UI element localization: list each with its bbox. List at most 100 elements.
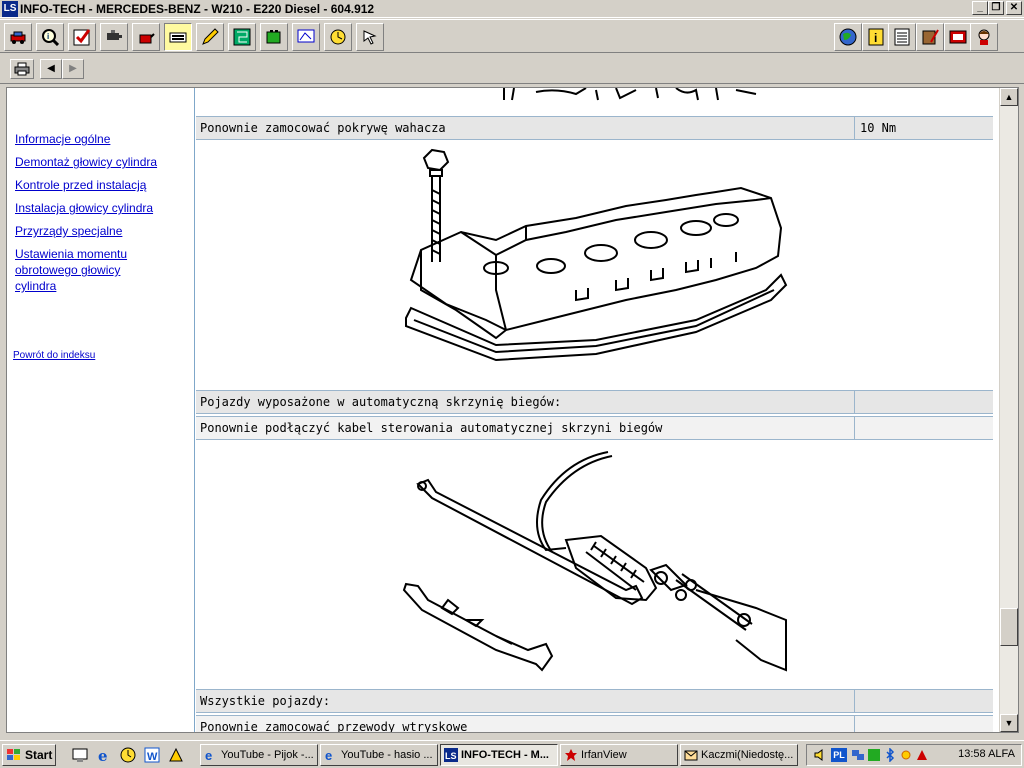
procedure-table: Ponownie zamocować pokrywę wahacza 10 Nm	[196, 88, 993, 732]
taskbar-item-irfanview[interactable]: IrfanView	[560, 744, 678, 766]
monitor-diagram-icon	[297, 29, 315, 43]
desktop-icon[interactable]	[72, 747, 88, 763]
print-button[interactable]	[10, 59, 34, 79]
taskbar-item-label: IrfanView	[581, 749, 627, 761]
infotech-icon: LS	[444, 748, 458, 762]
search-info-tool-button[interactable]: i	[36, 23, 64, 51]
back-button[interactable]: ◀	[40, 59, 62, 79]
printer-icon	[14, 62, 30, 76]
taskbar-item-label: Kaczmi(Niedostę...	[701, 749, 794, 761]
minimize-button[interactable]: _	[972, 1, 988, 15]
svg-text:LS: LS	[445, 751, 457, 761]
step-text: Ponownie zamocować przewody wtryskowe	[200, 720, 468, 733]
table-row: Pojazdy wyposażone w automatyczną skrzyn…	[196, 390, 993, 414]
sidebar-link-head-removal[interactable]: Demontaż głowicy cylindra	[15, 154, 180, 170]
svg-text:e: e	[98, 747, 108, 763]
taskbar-item-label: INFO-TECH - M...	[461, 749, 549, 761]
windows-logo-icon	[7, 749, 20, 760]
taskbar: Start e W e YouTube - Pijok -... e YouTu…	[0, 740, 1024, 768]
back-to-index-link[interactable]: Powrót do indeksu	[13, 350, 95, 361]
figure-fragment-drawing	[503, 88, 757, 101]
ie-icon[interactable]: e	[96, 747, 112, 763]
taskbar-item-infotech[interactable]: LS INFO-TECH - M...	[440, 744, 558, 766]
book-tool-button[interactable]	[916, 23, 944, 51]
step-text: Pojazdy wyposażone w automatyczną skrzyn…	[200, 395, 562, 409]
car-icon	[10, 31, 26, 44]
svg-text:i: i	[874, 31, 877, 45]
sun-icon[interactable]	[899, 748, 913, 762]
oil-can-icon	[139, 33, 155, 44]
close-button[interactable]: ✕	[1006, 1, 1022, 15]
irfanview-icon	[565, 749, 577, 761]
step-text: Wszystkie pojazdy:	[200, 694, 331, 708]
ie-icon: e	[325, 748, 332, 762]
language-indicator[interactable]: PL	[831, 748, 847, 762]
step-value	[854, 716, 992, 732]
circuit-tool-button[interactable]	[228, 23, 256, 51]
notes-icon	[894, 28, 910, 46]
table-row: Ponownie zamocować pokrywę wahacza 10 Nm	[196, 116, 993, 140]
transmission-cable-drawing	[402, 451, 787, 672]
info-tool-button[interactable]: i	[862, 23, 890, 51]
valve-cover-figure	[196, 140, 993, 390]
network-icon[interactable]	[851, 748, 865, 762]
notes-tool-button[interactable]	[888, 23, 916, 51]
start-label: Start	[25, 748, 53, 762]
bluetooth-icon[interactable]	[883, 748, 897, 762]
pointer-tool-button[interactable]	[356, 23, 384, 51]
svg-text:W: W	[147, 751, 158, 763]
taskbar-item-youtube-1[interactable]: e YouTube - Pijok -...	[200, 744, 318, 766]
checklist-icon	[73, 29, 91, 46]
clock[interactable]: 13:58 ALFA	[958, 748, 1015, 760]
circuit-board-icon	[233, 28, 251, 46]
table-row: Ponownie podłączyć kabel sterowania auto…	[196, 416, 993, 440]
checklist-tool-button[interactable]	[68, 23, 96, 51]
battery-tool-button[interactable]	[260, 23, 288, 51]
sidebar-link-pre-install-checks[interactable]: Kontrole przed instalacją	[15, 177, 180, 193]
taskbar-item-mail[interactable]: Kaczmi(Niedostę...	[680, 744, 798, 766]
sidebar-link-torque-settings[interactable]: Ustawienia momentu obrotowego głowicy cy…	[15, 246, 150, 294]
scroll-up-button[interactable]: ▲	[1000, 88, 1018, 106]
sidebar-link-head-installation[interactable]: Instalacja głowicy cylindra	[15, 200, 180, 216]
sidebar-link-general-info[interactable]: Informacje ogólne	[15, 131, 180, 147]
transmission-cable-figure	[196, 440, 993, 688]
tray-app-icon[interactable]	[915, 748, 929, 762]
clock-icon[interactable]	[120, 747, 136, 763]
step-text: Ponownie podłączyć kabel sterowania auto…	[200, 421, 663, 435]
main-toolbar: i i	[0, 19, 1024, 53]
taskbar-item-label: YouTube - Pijok -...	[221, 749, 314, 761]
battery-icon	[266, 30, 281, 44]
start-button[interactable]: Start	[2, 744, 56, 766]
window-title: INFO-TECH - MERCEDES-BENZ - W210 - E220 …	[20, 2, 375, 16]
keyboard-icon	[169, 32, 187, 43]
volume-icon[interactable]	[813, 748, 827, 762]
pencil-tool-button[interactable]	[196, 23, 224, 51]
scroll-thumb[interactable]	[1000, 608, 1018, 646]
navigation-bar: ◀ ▶	[0, 54, 1024, 84]
car-tool-button[interactable]	[4, 23, 32, 51]
taskbar-item-youtube-2[interactable]: e YouTube - hasio ...	[320, 744, 438, 766]
forward-button[interactable]: ▶	[62, 59, 84, 79]
film-tool-button[interactable]	[944, 23, 972, 51]
winamp-icon[interactable]	[168, 747, 184, 763]
spark-plug-tool-button[interactable]	[100, 23, 128, 51]
torque-value: 10 Nm	[854, 117, 992, 139]
magnifier-info-icon: i	[42, 29, 59, 46]
word-icon[interactable]: W	[144, 747, 160, 763]
restore-button[interactable]: ❐	[988, 1, 1004, 15]
step-value	[854, 391, 992, 413]
content-frame: Informacje ogólne Demontaż głowicy cylin…	[6, 87, 1019, 733]
keyboard-tool-button[interactable]	[164, 23, 192, 51]
help-person-icon	[978, 29, 990, 45]
clock-tool-button[interactable]	[324, 23, 352, 51]
globe-tool-button[interactable]	[834, 23, 862, 51]
scroll-down-button[interactable]: ▼	[1000, 714, 1018, 732]
sidebar-link-special-tools[interactable]: Przyrządy specjalne	[15, 223, 180, 239]
vertical-scrollbar[interactable]: ▲ ▼	[999, 88, 1018, 732]
help-tool-button[interactable]	[970, 23, 998, 51]
diagram-tool-button[interactable]	[292, 23, 320, 51]
system-tray: PL 13:58 ALFA	[806, 744, 1022, 766]
svg-text:e: e	[205, 748, 212, 762]
antivirus-icon[interactable]	[867, 748, 881, 762]
oil-tool-button[interactable]	[132, 23, 160, 51]
